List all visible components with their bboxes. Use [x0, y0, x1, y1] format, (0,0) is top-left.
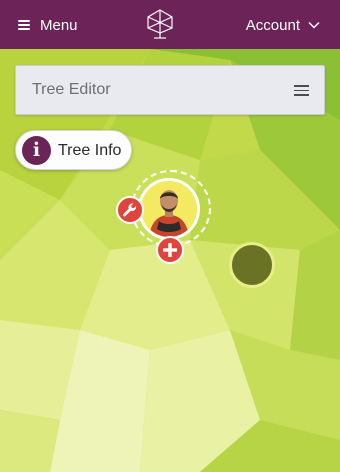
empty-tree-node[interactable] [229, 242, 275, 288]
info-icon: i [22, 136, 51, 165]
tree-editor-title: Tree Editor [32, 81, 111, 98]
add-relative-button[interactable] [156, 236, 184, 264]
tree-logo-icon[interactable] [145, 9, 175, 40]
hamburger-icon [18, 20, 30, 30]
plus-icon [163, 243, 177, 257]
account-label: Account [245, 16, 300, 34]
person-avatar[interactable] [138, 178, 200, 240]
menu-label: Menu [40, 16, 78, 34]
hamburger-icon[interactable] [294, 85, 309, 96]
wrench-icon [123, 203, 137, 217]
menu-button[interactable]: Menu [18, 14, 78, 36]
top-navigation-bar: Menu Account [0, 0, 340, 49]
tree-editor-panel[interactable]: Tree Editor [15, 65, 325, 115]
tree-info-label: Tree Info [58, 142, 122, 159]
chevron-down-icon [308, 22, 320, 29]
tree-info-button[interactable]: i Tree Info [15, 130, 132, 170]
account-button[interactable]: Account [246, 14, 320, 36]
edit-person-button[interactable] [116, 196, 144, 224]
